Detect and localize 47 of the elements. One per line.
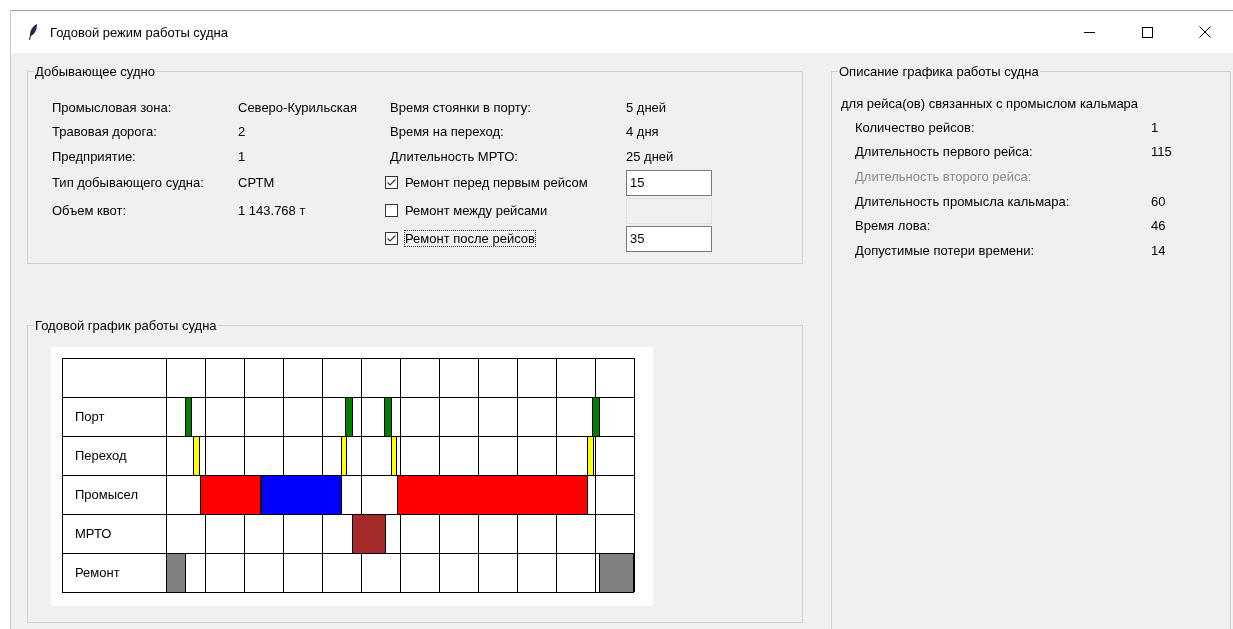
maximize-icon xyxy=(1141,26,1153,38)
minimize-icon xyxy=(1083,31,1095,33)
param-value: 4 дня xyxy=(626,124,660,140)
param-label: Время стоянки в порту: xyxy=(389,99,532,115)
checkbox-label[interactable]: Ремонт после рейсов xyxy=(405,231,535,246)
param-label: Время на переход: xyxy=(389,124,505,140)
description-value: 115 xyxy=(1151,144,1173,160)
description-value: 14 xyxy=(1151,242,1167,258)
description-value: 46 xyxy=(1151,218,1167,234)
row-label: Переход xyxy=(75,448,127,463)
checkbox-label[interactable]: Ремонт перед первым рейсом xyxy=(405,175,588,190)
repair-days-field[interactable]: 15 xyxy=(626,169,712,196)
param-label: Длительность МРТО: xyxy=(389,148,519,164)
field-value: 1 143.768 т xyxy=(238,203,307,218)
description-label: Длительность промысла кальмара: xyxy=(855,193,1071,209)
row-label: Промысел xyxy=(75,487,138,502)
window-title: Годовой режим работы судна xyxy=(50,24,228,40)
close-icon xyxy=(1199,26,1211,38)
field-label: Промысловая зона: xyxy=(52,99,173,115)
description-label: Допустимые потери времени: xyxy=(855,242,1036,258)
description-value: 1 xyxy=(1151,119,1160,135)
field-label: Тип добывающего судна: xyxy=(52,175,205,190)
repair-days-field[interactable]: 35 xyxy=(626,225,712,252)
row-label: МРТО xyxy=(75,526,112,541)
description-label: Количество рейсов: xyxy=(855,119,976,135)
group-title: Годовой график работы судна xyxy=(34,318,218,333)
checked-checkbox[interactable] xyxy=(385,232,398,245)
field-value: СРТМ xyxy=(238,175,276,190)
feather-icon xyxy=(28,24,38,40)
field-value: 2 xyxy=(238,124,247,140)
row-label: Порт xyxy=(75,409,105,424)
description-label: Длительность второго рейса: xyxy=(855,169,1033,184)
field-value: Северо-Курильская xyxy=(238,99,358,115)
group-title: Добывающее судно xyxy=(34,64,156,79)
field-label: Травовая дорога: xyxy=(52,124,158,140)
description-subtitle: для рейса(ов) связанных с промыслом кальмара xyxy=(840,95,1140,111)
field-value: 1 xyxy=(238,148,247,164)
param-value: 25 дней xyxy=(626,148,675,164)
row-label: Ремонт xyxy=(75,565,120,580)
checked-checkbox[interactable] xyxy=(385,176,398,189)
description-label: Длительность первого рейса: xyxy=(855,144,1034,160)
param-value: 5 дней xyxy=(626,99,668,115)
field-label: Предприятие: xyxy=(52,148,137,164)
description-label: Время лова: xyxy=(855,218,932,234)
group-title: Описание графика работы судна xyxy=(838,64,1040,79)
description-value: 60 xyxy=(1151,193,1167,209)
field-label: Объем квот: xyxy=(52,203,127,218)
